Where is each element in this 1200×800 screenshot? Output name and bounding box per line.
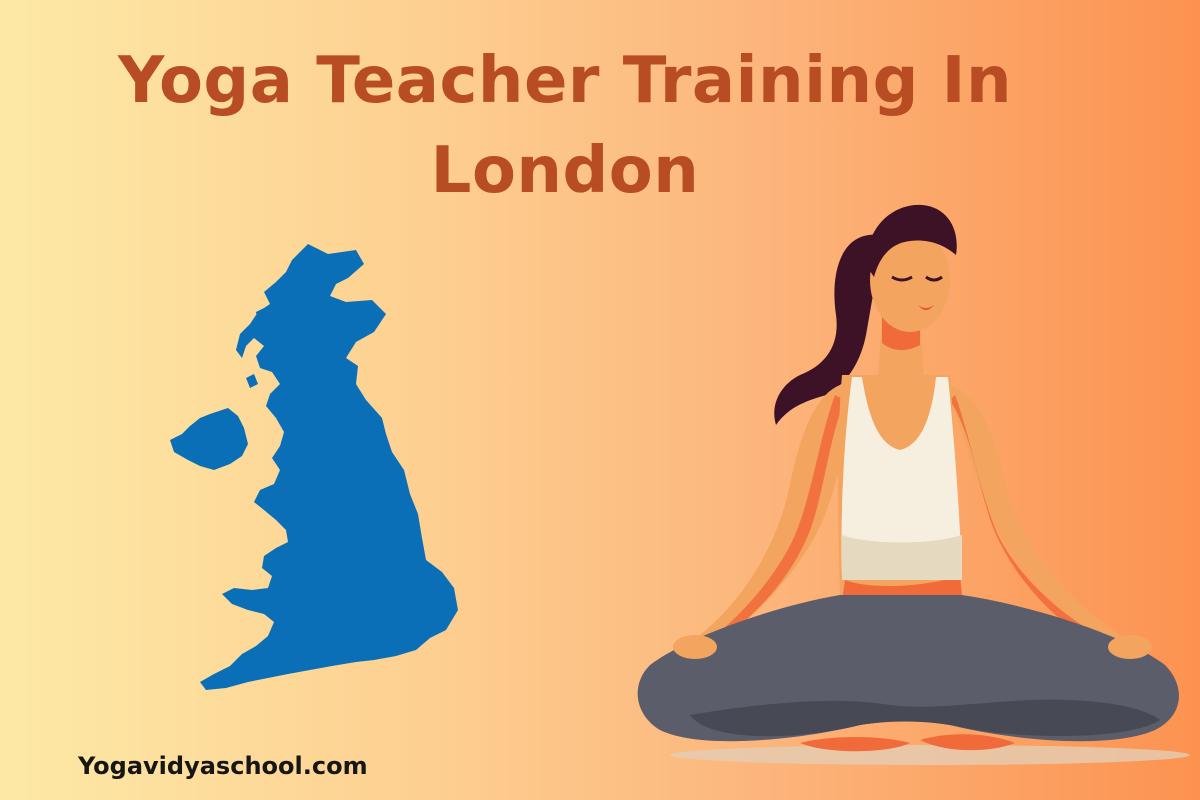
floor-shadow bbox=[670, 745, 1190, 765]
banner: Yoga Teacher Training In London Yogavidy… bbox=[0, 0, 1200, 800]
island-shape bbox=[246, 374, 258, 388]
title-line-1: Yoga Teacher Training In bbox=[117, 44, 1013, 118]
right-hand bbox=[1108, 635, 1152, 659]
great-britain-shape bbox=[200, 244, 458, 690]
left-hand bbox=[673, 635, 717, 659]
ireland-shape bbox=[170, 408, 248, 470]
website-url: Yogavidyaschool.com bbox=[78, 752, 368, 780]
uk-map-icon bbox=[170, 244, 458, 690]
meditating-woman-icon bbox=[637, 204, 1190, 765]
page-title: Yoga Teacher Training In London bbox=[60, 36, 1070, 216]
